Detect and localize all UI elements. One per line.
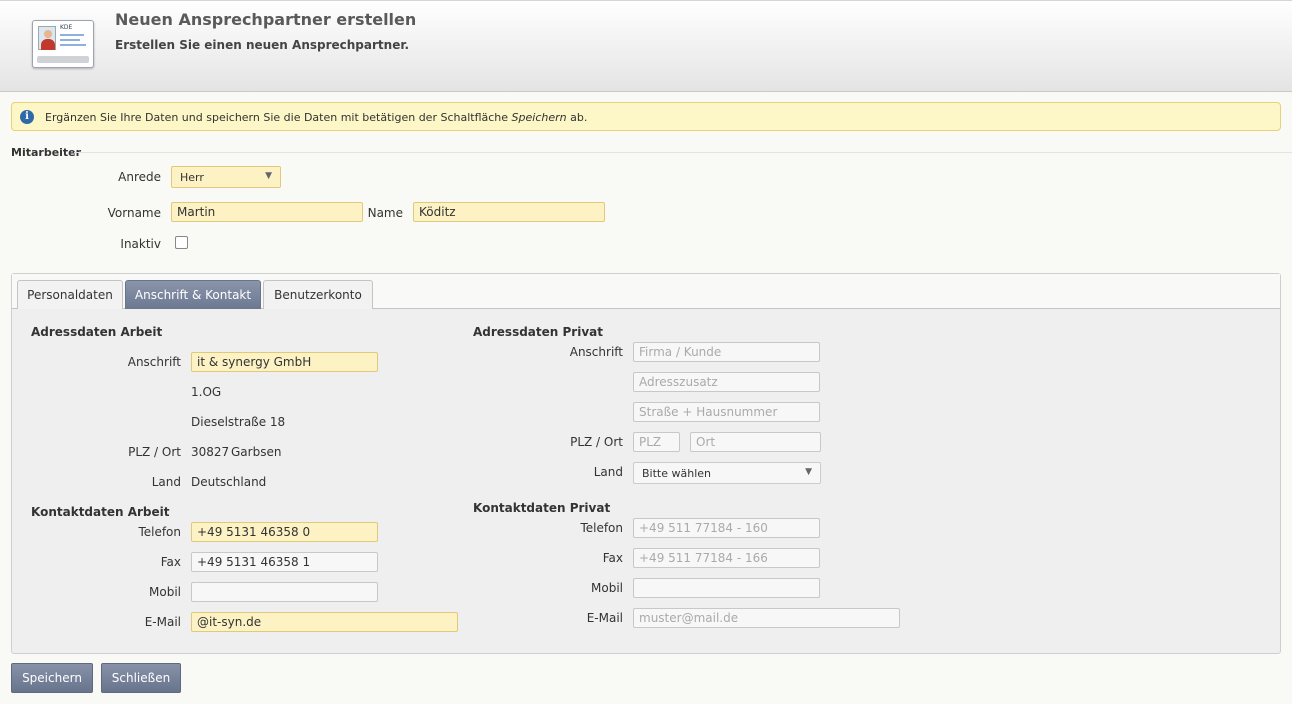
close-button[interactable]: Schließen <box>101 663 181 693</box>
arbeit-ort: Garbsen <box>231 445 282 459</box>
arbeit-anschrift-input[interactable] <box>191 352 378 372</box>
info-icon: i <box>20 110 34 124</box>
adressdaten-arbeit-title: Adressdaten Arbeit <box>31 325 163 339</box>
page-subtitle: Erstellen Sie einen neuen Ansprechpartne… <box>115 38 410 52</box>
privat-email-label: E-Mail <box>586 611 623 625</box>
arbeit-land-label: Land <box>151 475 181 489</box>
info-text: Ergänzen Sie Ihre Daten und speichern Si… <box>45 111 588 124</box>
section-divider <box>74 152 1292 153</box>
arbeit-telefon-input[interactable] <box>191 522 378 542</box>
arbeit-telefon-label: Telefon <box>138 525 181 539</box>
privat-fax-input[interactable] <box>633 548 820 568</box>
privat-strasse-input[interactable] <box>633 402 820 422</box>
privat-telefon-input[interactable] <box>633 518 820 538</box>
privat-land-select[interactable]: Bitte wählen ▼ <box>633 462 821 484</box>
privat-email-input[interactable] <box>633 608 900 628</box>
page-title: Neuen Ansprechpartner erstellen <box>115 10 417 29</box>
info-message: i Ergänzen Sie Ihre Daten und speichern … <box>11 102 1281 131</box>
arbeit-land: Deutschland <box>191 475 267 489</box>
contact-card-icon: KDE <box>32 20 94 68</box>
chevron-down-icon: ▼ <box>265 171 272 181</box>
arbeit-strasse: Dieselstraße 18 <box>191 415 286 429</box>
tab-anschrift-kontakt[interactable]: Anschrift & Kontakt <box>125 280 261 309</box>
arbeit-zusatz: 1.OG <box>191 385 222 399</box>
adressdaten-privat-title: Adressdaten Privat <box>473 325 603 339</box>
chevron-down-icon: ▼ <box>805 467 812 477</box>
arbeit-fax-label: Fax <box>160 555 181 569</box>
name-label: Name <box>367 206 403 220</box>
section-mitarbeiter: Mitarbeiter <box>11 146 82 159</box>
arbeit-email-label: E-Mail <box>144 615 181 629</box>
arbeit-fax-input[interactable] <box>191 552 378 572</box>
privat-ort-input[interactable] <box>690 432 821 452</box>
inaktiv-label: Inaktiv <box>120 237 161 251</box>
save-button[interactable]: Speichern <box>11 663 93 693</box>
arbeit-plz-ort-label: PLZ / Ort <box>128 445 181 459</box>
privat-anschrift-label: Anschrift <box>569 345 623 359</box>
kontaktdaten-privat-title: Kontaktdaten Privat <box>473 501 611 515</box>
vorname-label: Vorname <box>107 206 161 220</box>
vorname-input[interactable] <box>171 202 363 222</box>
arbeit-anschrift-label: Anschrift <box>127 355 181 369</box>
inaktiv-checkbox[interactable] <box>175 236 188 249</box>
arbeit-email-input[interactable] <box>191 612 458 632</box>
privat-land-label: Land <box>593 465 623 479</box>
arbeit-mobil-input[interactable] <box>191 582 378 602</box>
privat-telefon-label: Telefon <box>580 521 623 535</box>
name-input[interactable] <box>413 202 605 222</box>
arbeit-plz: 30827 <box>191 445 230 459</box>
tab-personaldaten[interactable]: Personaldaten <box>17 280 123 309</box>
privat-mobil-input[interactable] <box>633 578 820 598</box>
kontaktdaten-arbeit-title: Kontaktdaten Arbeit <box>31 505 170 519</box>
privat-plz-input[interactable] <box>633 432 680 452</box>
privat-zusatz-input[interactable] <box>633 372 820 392</box>
tab-benutzerkonto[interactable]: Benutzerkonto <box>263 280 373 309</box>
privat-mobil-label: Mobil <box>591 581 623 595</box>
anrede-select[interactable]: Herr ▼ <box>171 166 281 188</box>
privat-plz-ort-label: PLZ / Ort <box>570 435 623 449</box>
arbeit-mobil-label: Mobil <box>149 585 181 599</box>
privat-firma-input[interactable] <box>633 342 820 362</box>
privat-fax-label: Fax <box>602 551 623 565</box>
anrede-label: Anrede <box>118 170 161 184</box>
